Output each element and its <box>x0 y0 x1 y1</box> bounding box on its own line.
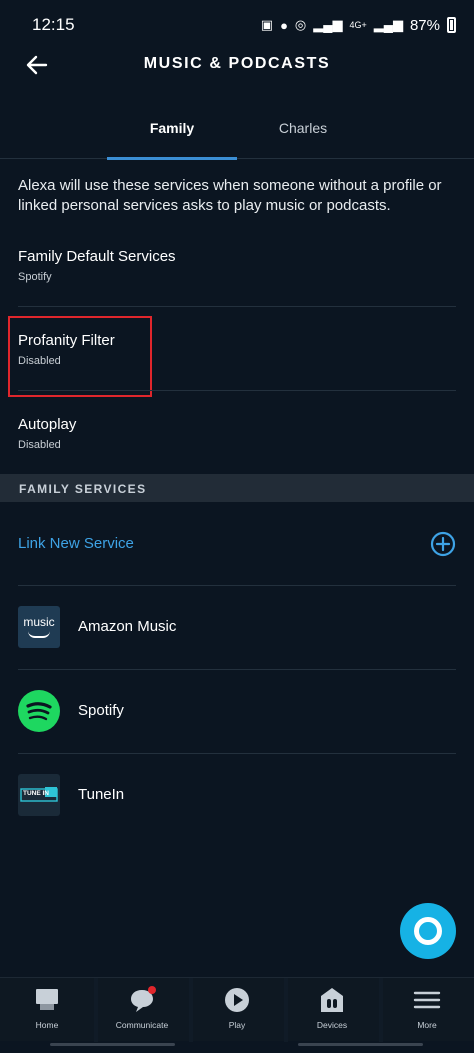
service-spotify[interactable]: Spotify <box>18 690 456 734</box>
setting-title: Autoplay <box>18 416 77 433</box>
divider <box>18 585 456 586</box>
nav-devices[interactable]: Devices <box>287 978 377 1042</box>
alexa-icon <box>414 917 442 945</box>
service-name: Spotify <box>78 702 124 719</box>
spotify-logo-icon <box>18 690 60 732</box>
nav-label: Home <box>35 1020 59 1030</box>
battery-percent: 87% <box>409 16 440 34</box>
intro-text: Alexa will use these services when someo… <box>18 177 442 214</box>
app-bar: MUSIC & PODCASTS <box>0 40 474 90</box>
gesture-bar-right <box>298 1043 423 1046</box>
chat-icon <box>131 986 156 1012</box>
tunein-logo-icon: TUNE IN <box>18 774 60 816</box>
status-time: 12:15 <box>32 15 75 34</box>
section-title: FAMILY SERVICES <box>19 482 147 496</box>
nav-label: More <box>417 1020 437 1030</box>
network-type: 4G+ <box>349 20 367 30</box>
service-tunein[interactable]: TUNE IN TuneIn <box>18 774 456 818</box>
nav-home[interactable]: Home <box>2 978 92 1042</box>
nav-more[interactable]: More <box>382 978 472 1042</box>
battery-icon <box>447 17 456 33</box>
setting-value: Disabled <box>18 439 61 451</box>
page-title: MUSIC & PODCASTS <box>143 55 331 72</box>
plus-circle-icon[interactable] <box>430 531 456 557</box>
section-header-family-services: FAMILY SERVICES <box>0 474 474 502</box>
nav-label: Devices <box>316 1020 348 1030</box>
sim-icon: ▣ <box>260 17 274 32</box>
spotify-waves-icon <box>26 702 52 721</box>
divider <box>18 306 456 307</box>
nav-communicate[interactable]: Communicate <box>97 978 187 1042</box>
setting-value: Spotify <box>18 271 52 283</box>
divider <box>18 390 456 391</box>
gesture-bar-left <box>50 1043 175 1046</box>
amazon-music-logo-icon: music <box>18 606 60 648</box>
status-icons: ▣ ● ◎ ▂▄▆ 4G+ ▂▄▆ 87% <box>261 17 456 34</box>
signal-icon-2: ▂▄▆ <box>373 17 403 32</box>
play-icon <box>225 988 249 1012</box>
setting-family-default-services[interactable]: Family Default Services Spotify <box>18 248 456 283</box>
bottom-nav: Home Communicate Play Devices More <box>0 977 474 1042</box>
service-name: Amazon Music <box>78 618 177 635</box>
signal-icon: ▂▄▆ <box>313 17 343 32</box>
link-new-service-button[interactable]: Link New Service <box>18 527 458 561</box>
nav-label: Communicate <box>115 1020 169 1030</box>
highlight-box <box>8 316 152 397</box>
service-name: TuneIn <box>78 786 125 803</box>
menu-icon <box>413 991 441 1009</box>
amazon-music-logo-text: music <box>23 615 55 629</box>
divider <box>18 669 456 670</box>
home-icon <box>36 989 58 1010</box>
hotspot-icon: ◎ <box>294 17 307 32</box>
tab-family[interactable]: Family <box>107 105 237 160</box>
tab-bar: Family Charles <box>0 105 474 160</box>
setting-autoplay[interactable]: Autoplay Disabled <box>18 416 456 451</box>
service-amazon-music[interactable]: music Amazon Music <box>18 606 456 650</box>
tunein-logo-text: TUNE IN <box>23 790 49 797</box>
devices-icon <box>321 988 343 1012</box>
nav-play[interactable]: Play <box>192 978 282 1042</box>
divider <box>18 753 456 754</box>
link-new-service-label: Link New Service <box>18 535 134 552</box>
tab-charles[interactable]: Charles <box>238 105 368 159</box>
location-icon: ● <box>280 17 288 33</box>
alexa-button[interactable] <box>400 903 456 959</box>
amazon-smile-icon <box>28 631 50 638</box>
nav-label: Play <box>228 1020 246 1030</box>
setting-title: Family Default Services <box>18 248 176 265</box>
